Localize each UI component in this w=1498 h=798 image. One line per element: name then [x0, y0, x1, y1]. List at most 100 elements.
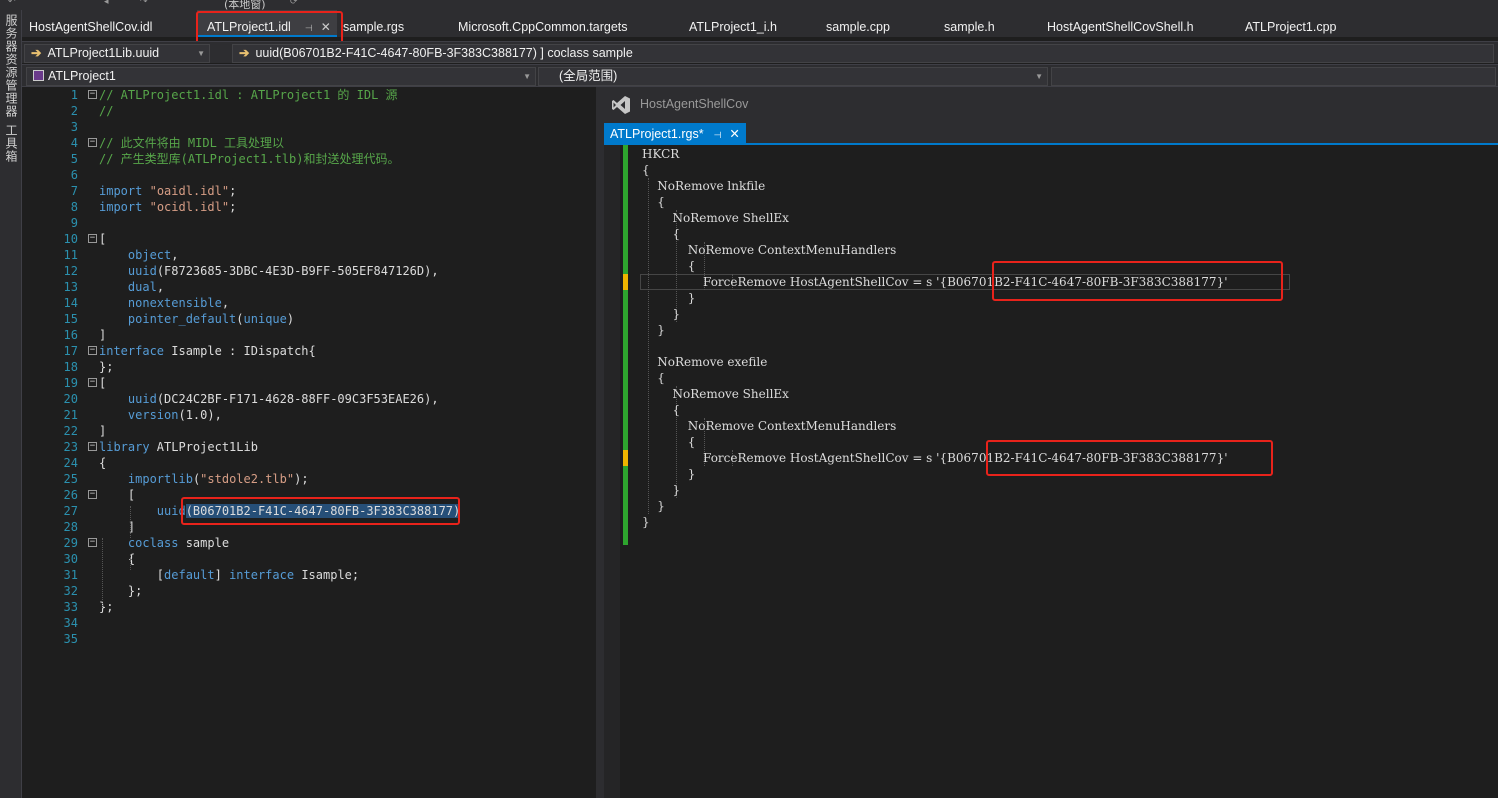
code-line: library ATLProject1Lib — [99, 440, 258, 454]
window-title: HostAgentShellCov — [640, 97, 749, 111]
tab-cppcommon-targets[interactable]: Microsoft.CppCommon.targets — [458, 10, 628, 37]
code-line: // 产生类型库(ATLProject1.tlb)和封送处理代码。 — [99, 152, 400, 166]
collapse-icon[interactable]: − — [88, 442, 97, 451]
line-number: 3 — [70, 120, 78, 134]
collapse-icon[interactable]: − — [88, 234, 97, 243]
code-line: [ — [99, 488, 136, 502]
member-global-dropdown[interactable] — [1051, 67, 1496, 86]
line-number: 16 — [63, 328, 78, 342]
line-number: 5 — [70, 152, 78, 166]
code-line: nonextensible, — [127, 296, 230, 310]
line-number: 19 — [63, 376, 78, 390]
rgs-line: } — [642, 499, 665, 513]
code-line: import "ocidl.idl"; — [99, 200, 237, 214]
scope-global-value: (全局范围) — [559, 69, 618, 83]
line-number: 32 — [63, 584, 78, 598]
line-number: 31 — [63, 568, 78, 582]
tab-sample-h[interactable]: sample.h — [944, 10, 995, 37]
line-number: 11 — [63, 248, 78, 262]
close-icon[interactable]: ✕ — [729, 127, 739, 141]
code-line: object, — [127, 248, 179, 262]
rgs-tab-strip: ATLProject1.rgs* ⊣ ✕ — [604, 123, 1498, 145]
tab-label: HostAgentShellCov.idl — [29, 20, 153, 34]
code-line: // 此文件将由 MIDL 工具处理以 — [99, 136, 285, 150]
tab-label: ATLProject1.rgs* — [610, 127, 704, 141]
tab-atlproject1-rgs[interactable]: ATLProject1.rgs* ⊣ ✕ — [604, 123, 746, 145]
line-number: 25 — [63, 472, 78, 486]
redo-icon[interactable]: ↷ — [140, 0, 150, 7]
member-value: uuid(B06701B2-F41C-4647-80FB-3F383C38817… — [255, 46, 633, 60]
collapse-icon[interactable]: − — [88, 346, 97, 355]
line-number: 14 — [63, 296, 78, 310]
rgs-line: { — [642, 371, 665, 385]
splitter[interactable] — [596, 87, 604, 798]
code-line: version(1.0), — [127, 408, 222, 422]
tab-atlproject1-i-h[interactable]: ATLProject1_i.h — [689, 10, 777, 37]
code-line: // — [99, 104, 114, 118]
tab-sample-cpp[interactable]: sample.cpp — [826, 10, 890, 37]
collapse-icon[interactable]: − — [88, 490, 97, 499]
highlight-box-clsid-2 — [986, 440, 1273, 476]
code-line: uuid(DC24C2BF-F171-4628-88FF-09C3F53EAE2… — [127, 392, 439, 406]
tab-label: sample.rgs — [343, 20, 405, 34]
code-line: [default] interface Isample; — [99, 568, 360, 582]
line-number: 18 — [63, 360, 78, 374]
rgs-line: NoRemove lnkfile — [642, 179, 766, 193]
attach-icon[interactable]: ⟳ — [290, 0, 300, 7]
server-explorer-tab[interactable]: 服务器资源管理器 — [3, 14, 20, 118]
idl-editor[interactable]: 1 2 3 4 5 6 7 8 9 10 11 12 13 14 15 16 17 18 19 20 21 22 23 24 2… — [22, 87, 596, 798]
line-number: 7 — [70, 184, 78, 198]
line-number: 28 — [63, 520, 78, 534]
code-line: [ — [99, 376, 107, 390]
code-line: }; — [99, 584, 143, 598]
highlight-box-clsid-1 — [992, 261, 1283, 301]
rgs-line: } — [642, 307, 681, 321]
change-indicator-unsaved — [623, 274, 628, 290]
code-line: interface Isample : IDispatch{ — [99, 344, 316, 358]
project-dropdown[interactable]: ATLProject1 ▼ — [26, 67, 536, 86]
line-number: 33 — [63, 600, 78, 614]
line-number: 35 — [63, 632, 78, 646]
collapse-icon[interactable]: − — [88, 378, 97, 387]
tab-hostagentshellcov-idl[interactable]: HostAgentShellCov.idl — [29, 10, 152, 37]
tab-sample-rgs[interactable]: sample.rgs — [343, 10, 404, 37]
tab-hostagentshellcovshell-h[interactable]: HostAgentShellCovShell.h — [1047, 10, 1194, 37]
tab-atlproject1-cpp[interactable]: ATLProject1.cpp — [1245, 10, 1336, 37]
code-line: [ — [99, 232, 107, 246]
indent-guide — [130, 554, 131, 570]
code-line: uuid(F8723685-3DBC-4E3D-B9FF-505EF847126… — [127, 264, 439, 278]
scope-dropdown[interactable]: ➔ ATLProject1Lib.uuid ▼ — [24, 44, 210, 63]
rgs-line: { — [642, 435, 696, 449]
navigate-back-icon[interactable]: ◂ — [104, 0, 114, 7]
rgs-line: } — [642, 483, 681, 497]
window-title-bar: HostAgentShellCov — [604, 87, 1498, 123]
arrow-icon: ➔ — [31, 46, 42, 60]
line-number: 1 — [70, 88, 78, 102]
tab-label: Microsoft.CppCommon.targets — [458, 20, 628, 34]
scope-global-dropdown[interactable]: (全局范围) ▼ — [538, 67, 1048, 86]
rgs-line: NoRemove ShellEx — [642, 211, 789, 225]
line-number: 15 — [63, 312, 78, 326]
code-line: ] — [99, 328, 107, 342]
collapse-icon[interactable]: − — [88, 138, 97, 147]
rgs-line: { — [642, 259, 696, 273]
collapse-icon[interactable]: − — [88, 538, 97, 547]
toolbar: ↶ ◂ ↷ (本地窗) ⟳ — [0, 0, 1498, 11]
project-navigation-bar: ATLProject1 ▼ (全局范围) ▼ — [22, 64, 1498, 87]
rgs-line: { — [642, 227, 681, 241]
tab-label: HostAgentShellCovShell.h — [1047, 20, 1194, 34]
rgs-line: NoRemove ContextMenuHandlers — [642, 243, 897, 257]
code-line: // ATLProject1.idl : ATLProject1 的 IDL 源 — [99, 88, 398, 102]
change-indicator-unsaved — [623, 450, 628, 466]
pin-icon[interactable]: ⊣ — [714, 130, 722, 140]
line-number: 24 — [63, 456, 78, 470]
member-dropdown[interactable]: ➔ uuid(B06701B2-F41C-4647-80FB-3F383C3881… — [232, 44, 1494, 63]
line-number: 2 — [70, 104, 78, 118]
collapse-icon[interactable]: − — [88, 90, 97, 99]
chevron-down-icon: ▼ — [523, 72, 531, 81]
undo-icon[interactable]: ↶ — [8, 0, 18, 7]
line-number: 9 — [70, 216, 78, 230]
rgs-line: NoRemove ShellEx — [642, 387, 789, 401]
code-line: ] — [99, 424, 107, 438]
toolbox-tab[interactable]: 工具箱 — [3, 124, 20, 163]
